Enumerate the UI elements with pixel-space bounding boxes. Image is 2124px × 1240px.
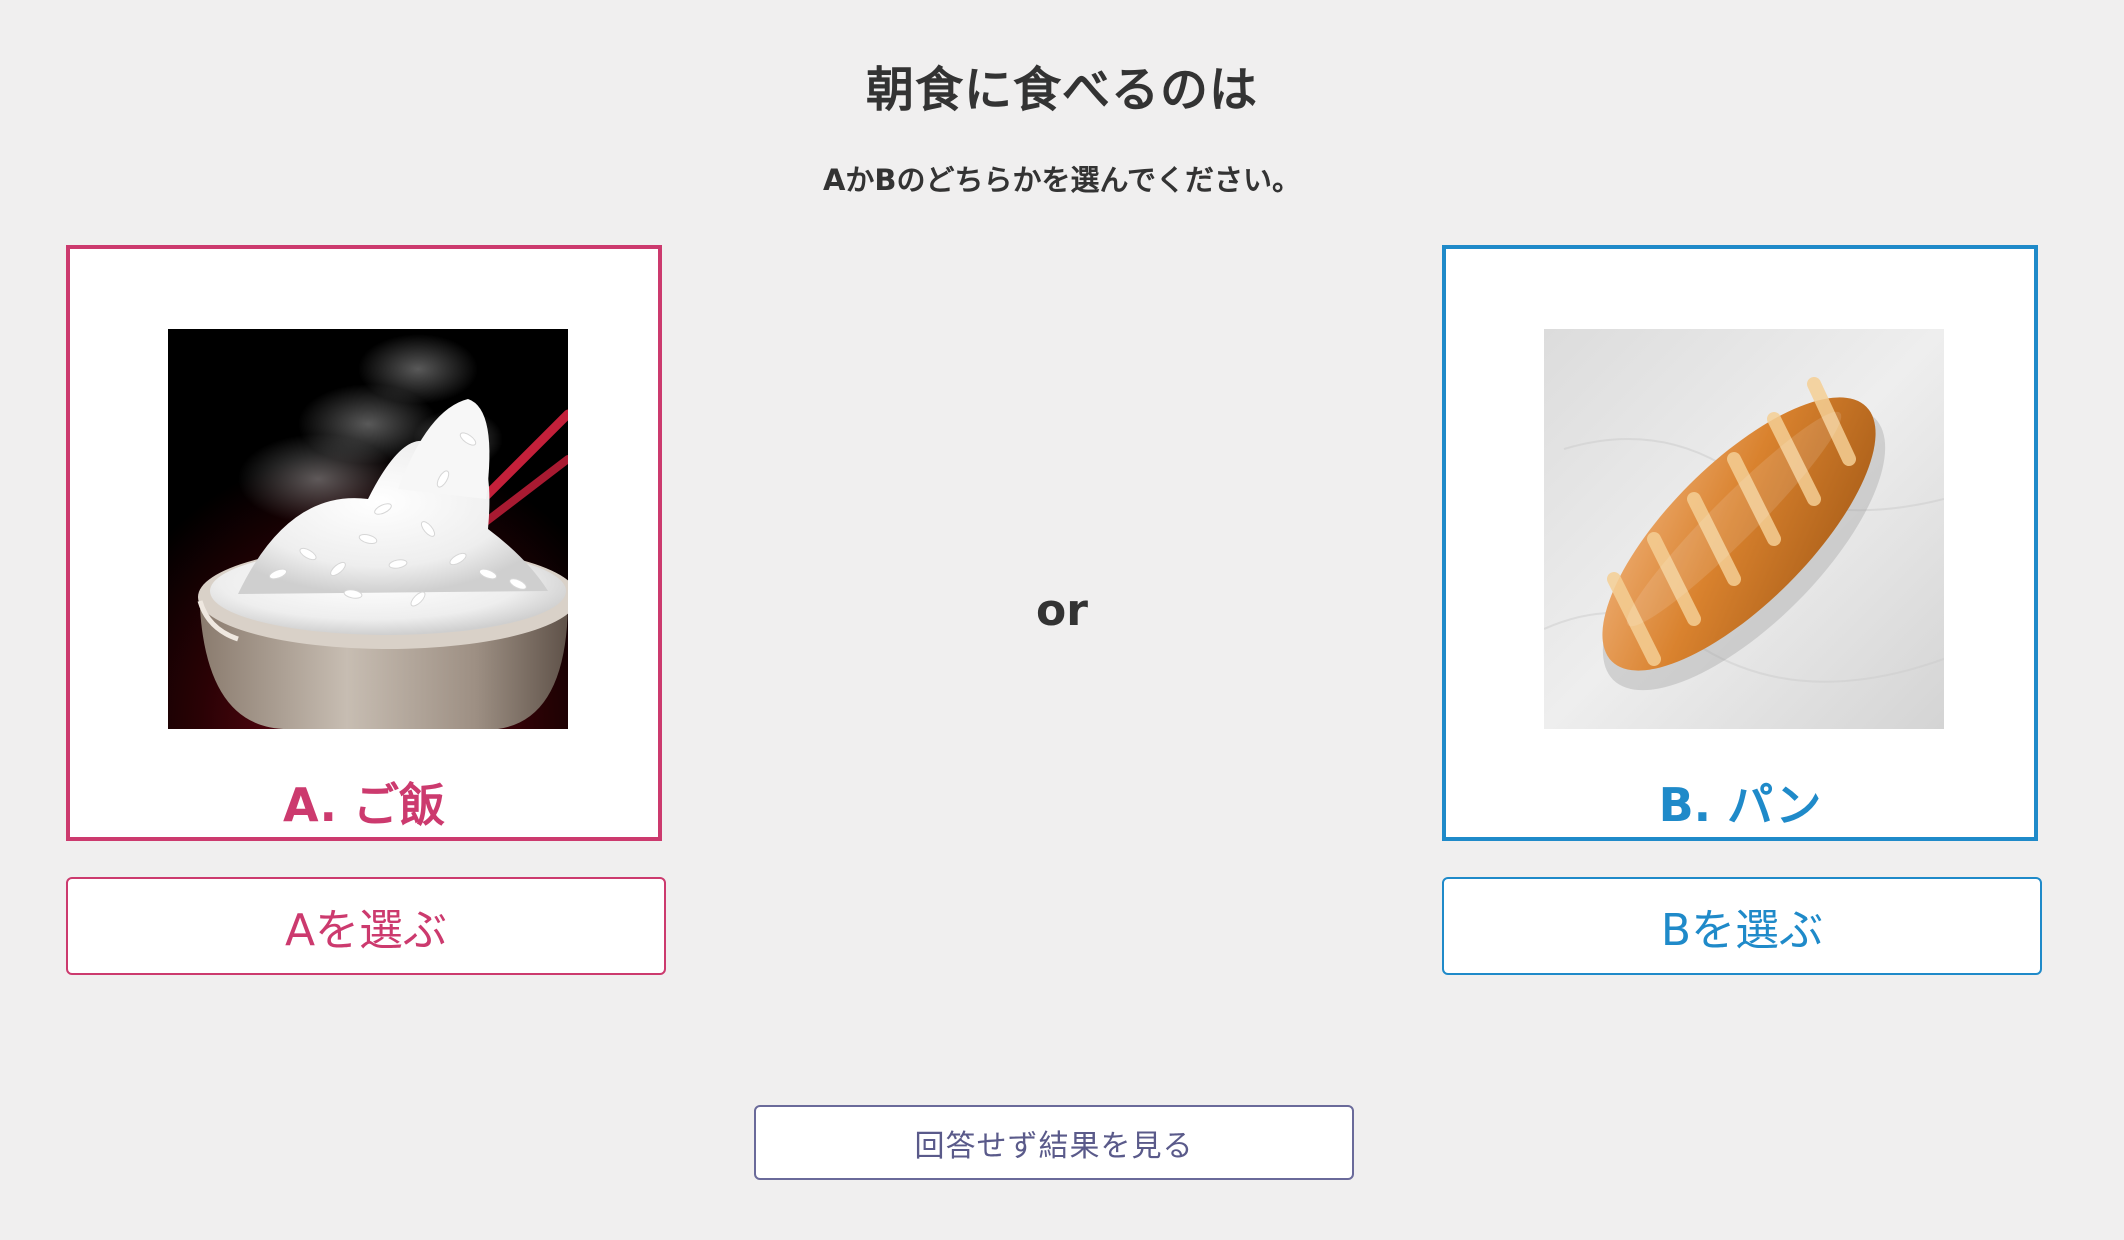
bread-image — [1544, 329, 1944, 729]
view-results-without-answering-button[interactable]: 回答せず結果を見る — [754, 1105, 1354, 1180]
choose-a-button[interactable]: Aを選ぶ — [66, 877, 666, 975]
option-a-card[interactable]: A. ご飯 — [66, 245, 662, 841]
page-title: 朝食に食べるのは — [865, 62, 1258, 118]
choose-b-button[interactable]: Bを選ぶ — [1442, 877, 2042, 975]
page-instruction: AかBのどちらかを選んでください。 — [822, 163, 1302, 197]
option-b-label: B. パン — [1658, 778, 1822, 832]
vote-page: 朝食に食べるのは AかBのどちらかを選んでください。 A. ご飯 or B. パ… — [0, 0, 2124, 1240]
option-b-card[interactable]: B. パン — [1442, 245, 2038, 841]
rice-bowl-image — [168, 329, 568, 729]
option-a-label: A. ご飯 — [283, 778, 445, 832]
